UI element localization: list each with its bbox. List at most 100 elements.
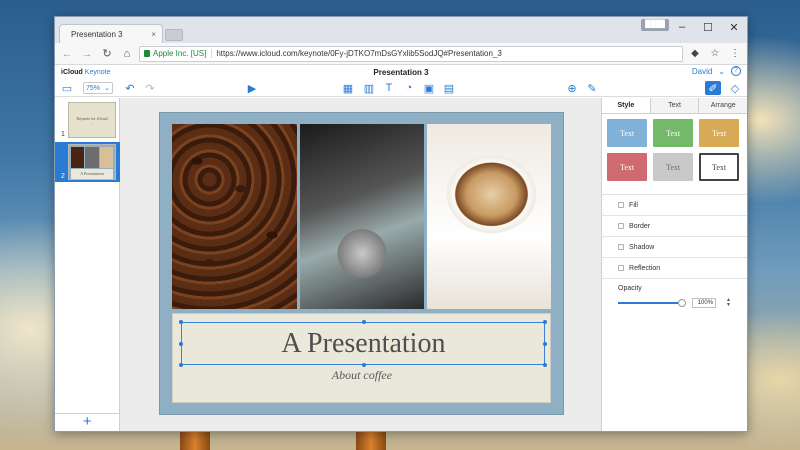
espresso-machine-photo[interactable] <box>300 124 425 309</box>
tab-close-icon[interactable]: × <box>151 30 156 39</box>
browser-menu-icon[interactable]: ⋮ <box>727 48 743 59</box>
border-label: Border <box>629 222 651 230</box>
animate-icon[interactable]: ◇ <box>727 81 743 95</box>
close-window-button[interactable]: ✕ <box>721 17 747 37</box>
title-text-box[interactable]: A Presentation <box>179 320 548 367</box>
forward-button[interactable]: → <box>79 48 95 60</box>
reflection-label: Reflection <box>629 264 661 272</box>
browser-tab[interactable]: Presentation 3 × <box>59 24 163 43</box>
user-name[interactable]: David <box>692 67 712 76</box>
slide-thumbnail-1[interactable]: 1 Keynote for iCloud ... <box>55 100 120 140</box>
format-brush-icon[interactable]: ✐ <box>705 81 721 95</box>
extensions-icon[interactable]: ◆ <box>687 48 703 59</box>
comment-icon[interactable]: ▤ <box>442 81 456 95</box>
zoom-select[interactable]: 75% ⌄ <box>83 82 113 94</box>
resize-handle[interactable] <box>362 363 367 367</box>
shape-icon[interactable]: ◔ <box>402 81 416 95</box>
chart-icon[interactable]: ▥ <box>362 81 376 95</box>
browser-tab-title: Presentation 3 <box>71 29 123 39</box>
url-text: https://www.icloud.com/keynote/0Fy-jDTKO… <box>216 49 502 58</box>
play-icon[interactable]: ▶ <box>245 81 259 95</box>
add-slide-button[interactable]: + <box>55 413 120 431</box>
slide-thumbnail-subtitle: ... <box>90 122 94 126</box>
maximize-button[interactable]: ☐ <box>695 17 721 37</box>
slide-thumbnail-title: Keynote for iCloud <box>76 116 108 121</box>
slide[interactable]: A Presentation About coffee <box>159 112 565 415</box>
fill-checkbox[interactable] <box>618 202 625 208</box>
browser-user-badge[interactable]: ████ <box>641 19 669 31</box>
coffee-beans-photo[interactable] <box>172 124 298 309</box>
table-icon[interactable]: ▦ <box>341 81 355 95</box>
slide-canvas: A Presentation About coffee <box>120 98 602 431</box>
resize-handle[interactable] <box>179 320 184 324</box>
account-menu[interactable]: David ⌄ ? <box>692 66 741 76</box>
tab-text[interactable]: Text <box>649 98 699 113</box>
editor-main: 1 Keynote for iCloud ... 2 A Presentatio… <box>55 98 747 431</box>
fill-option[interactable]: Fill <box>602 194 747 215</box>
tab-style[interactable]: Style <box>602 98 650 113</box>
shadow-checkbox[interactable] <box>618 244 625 250</box>
slide-thumbnail-2[interactable]: 2 A Presentation <box>55 142 120 182</box>
opacity-slider-knob[interactable] <box>678 299 687 307</box>
opacity-label: Opacity <box>618 285 642 292</box>
back-button[interactable]: ← <box>59 48 75 60</box>
text-style-preset[interactable]: Text <box>699 153 740 181</box>
shadow-option[interactable]: Shadow <box>602 236 747 257</box>
opacity-stepper[interactable]: ▲ ▼ <box>726 298 731 308</box>
undo-icon[interactable]: ↶ <box>123 81 137 95</box>
address-bar: ← → ↻ ⌂ Apple Inc. [US] https://www.iclo… <box>55 43 747 65</box>
reflection-checkbox[interactable] <box>618 265 625 271</box>
resize-handle[interactable] <box>543 320 548 324</box>
chevron-down-icon[interactable]: ⌄ <box>718 67 725 76</box>
redo-icon[interactable]: ↷ <box>143 81 157 95</box>
collaborate-icon[interactable]: ⊕ <box>565 81 579 95</box>
reload-button[interactable]: ↻ <box>99 47 115 60</box>
opacity-slider[interactable] <box>618 299 687 307</box>
app-header: iCloud Keynote Presentation 3 David ⌄ ? <box>55 65 747 79</box>
slide-thumbnail-photos <box>71 147 113 168</box>
tab-arrange[interactable]: Arrange <box>698 98 747 113</box>
caption-panel[interactable]: A Presentation About coffee <box>172 313 552 403</box>
opacity-field[interactable]: 100% <box>692 298 717 308</box>
site-identity[interactable]: Apple Inc. [US] <box>144 49 213 58</box>
slide-number: 1 <box>61 131 65 138</box>
home-button[interactable]: ⌂ <box>119 48 135 60</box>
brand-icloud[interactable]: iCloud <box>61 69 83 76</box>
border-checkbox[interactable] <box>618 223 625 229</box>
fill-label: Fill <box>629 201 638 209</box>
latte-art-photo[interactable] <box>427 124 552 309</box>
inspector-tabs: Style Text Arrange <box>602 98 747 114</box>
slide-number: 2 <box>61 173 65 180</box>
view-icon[interactable]: ▭ <box>59 81 75 95</box>
tab-strip: Presentation 3 × ████ – ☐ ✕ <box>55 17 747 43</box>
text-style-preset[interactable]: Text <box>653 153 694 181</box>
tools-icon[interactable]: ✎ <box>585 81 599 95</box>
brand-keynote[interactable]: Keynote <box>85 69 111 76</box>
keynote-toolbar: ▭ 75% ⌄ ↶ ↷ ▶ ▦ ▥ T ◔ ▣ ▤ ⊕ ✎ ✐ ◇ <box>55 79 747 97</box>
border-option[interactable]: Border <box>602 215 747 236</box>
text-style-preset[interactable]: Text <box>699 119 740 147</box>
slide-title[interactable]: A Presentation <box>182 328 544 360</box>
site-identity-label: Apple Inc. [US] <box>153 49 207 58</box>
help-icon[interactable]: ? <box>731 66 741 76</box>
media-icon[interactable]: ▣ <box>422 81 436 95</box>
browser-window: Presentation 3 × ████ – ☐ ✕ ← → ↻ ⌂ Appl… <box>54 16 748 432</box>
slide-subtitle[interactable]: About coffee <box>173 368 550 383</box>
resize-handle[interactable] <box>543 363 548 367</box>
url-input[interactable]: Apple Inc. [US] https://www.icloud.com/k… <box>139 45 683 62</box>
opacity-section: Opacity 100% ▲ ▼ <box>602 278 747 314</box>
text-style-preset[interactable]: Text <box>653 119 694 147</box>
resize-handle[interactable] <box>362 320 367 324</box>
text-style-preset[interactable]: Text <box>607 119 648 147</box>
shadow-label: Shadow <box>629 243 655 251</box>
bookmark-star-icon[interactable]: ☆ <box>707 48 723 59</box>
zoom-value: 75% <box>86 84 101 92</box>
new-tab-button[interactable] <box>165 29 183 41</box>
resize-handle[interactable] <box>179 363 184 367</box>
reflection-option[interactable]: Reflection <box>602 257 747 278</box>
stepper-down-icon[interactable]: ▼ <box>726 303 731 308</box>
minimize-button[interactable]: – <box>669 17 695 37</box>
format-inspector: Style Text Arrange Text Text Text Text T… <box>601 98 747 431</box>
text-icon[interactable]: T <box>382 81 396 95</box>
text-style-preset[interactable]: Text <box>607 153 648 181</box>
